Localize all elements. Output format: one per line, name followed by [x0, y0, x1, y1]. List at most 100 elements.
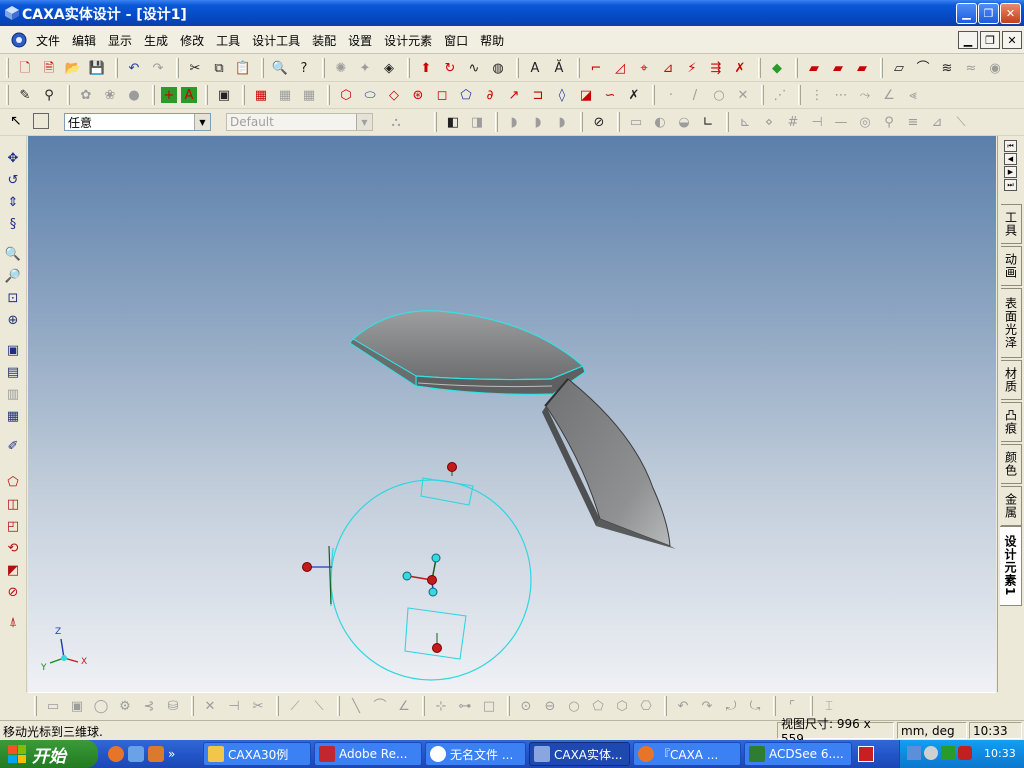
curved-part-selected[interactable]: [349, 310, 586, 395]
toolbar-grip[interactable]: [773, 696, 776, 716]
security-icon[interactable]: [941, 746, 955, 760]
taskbar-item-untitled[interactable]: 无名文件 ...: [425, 742, 526, 766]
tab-color[interactable]: 颜色: [1001, 444, 1022, 484]
curved-part[interactable]: [542, 378, 676, 549]
toolbar-grip[interactable]: [664, 696, 667, 716]
toolbar-grip[interactable]: [617, 112, 620, 132]
sketch-2-icon[interactable]: ⋄: [759, 112, 779, 132]
refold-icon[interactable]: ≈: [961, 58, 981, 78]
sheetmetal-icon[interactable]: ▱: [889, 58, 909, 78]
find-icon[interactable]: 🔍: [270, 58, 290, 78]
menu-edit[interactable]: 编辑: [66, 32, 102, 49]
menu-generate[interactable]: 生成: [138, 32, 174, 49]
curve-9-icon[interactable]: ⊐: [528, 85, 548, 105]
trim-icon[interactable]: ✗: [730, 58, 750, 78]
shade-1-icon[interactable]: ◗: [504, 112, 524, 132]
curve-1-icon[interactable]: ⬡: [336, 85, 356, 105]
edge-select-icon[interactable]: ⬠: [3, 472, 23, 492]
dolly-icon[interactable]: ⇕: [3, 192, 23, 212]
align-5-icon[interactable]: ⊰: [139, 696, 159, 716]
l-shape-icon[interactable]: ∟: [698, 112, 718, 132]
constraint-1-icon[interactable]: ✕: [200, 696, 220, 716]
edit-icon[interactable]: ✐: [3, 436, 23, 456]
paint-icon[interactable]: ✿: [76, 85, 96, 105]
tab-surface-finish[interactable]: 表面光泽: [1001, 288, 1022, 358]
toolbar-grip[interactable]: [67, 85, 70, 105]
menu-design-tools[interactable]: 设计工具: [246, 32, 306, 49]
sweep-icon[interactable]: ∿: [464, 58, 484, 78]
face-3-icon[interactable]: ◒: [674, 112, 694, 132]
align-6-icon[interactable]: ⛁: [163, 696, 183, 716]
sketch-4-icon[interactable]: ⊣: [807, 112, 827, 132]
menu-settings[interactable]: 设置: [342, 32, 378, 49]
dimension-icon[interactable]: ⌶: [819, 696, 839, 716]
constraint-4-icon[interactable]: ⟋: [285, 696, 305, 716]
arc-tool-1-icon[interactable]: ↶: [673, 696, 693, 716]
toolbar-grip[interactable]: [34, 696, 37, 716]
add-part-icon[interactable]: A: [181, 87, 197, 103]
toolbar-grip[interactable]: [191, 696, 194, 716]
menu-modify[interactable]: 修改: [174, 32, 210, 49]
prev-tab-icon[interactable]: ◀: [1004, 153, 1017, 165]
input-method-icon[interactable]: [858, 746, 874, 762]
add-assembly-icon[interactable]: +: [161, 87, 177, 103]
menu-help[interactable]: 帮助: [474, 32, 510, 49]
offset-icon[interactable]: ⇶: [706, 58, 726, 78]
doc-restore-button[interactable]: ❐: [980, 31, 1000, 49]
menu-file[interactable]: 文件: [30, 32, 66, 49]
toolbar-grip[interactable]: [761, 85, 764, 105]
toolbar-grip[interactable]: [516, 58, 519, 78]
camera-icon[interactable]: ✦: [355, 58, 375, 78]
volume-icon[interactable]: [924, 746, 938, 760]
curve-11-icon[interactable]: ◪: [576, 85, 596, 105]
tab-design-elements-1[interactable]: 设计元素1: [1000, 526, 1022, 606]
face-1-icon[interactable]: ▭: [626, 112, 646, 132]
new-drawing-icon[interactable]: 🗎: [39, 58, 59, 78]
toolbar-grip[interactable]: [327, 85, 330, 105]
toolbar-grip[interactable]: [276, 696, 279, 716]
save-icon[interactable]: 💾: [87, 58, 107, 78]
dim-1-icon[interactable]: ⋰: [770, 85, 790, 105]
rotate-select-icon[interactable]: ⟲: [3, 538, 23, 558]
copy-icon[interactable]: ⧉: [209, 58, 229, 78]
toolbar-grip[interactable]: [422, 696, 425, 716]
zoom-window-icon[interactable]: 🔎: [3, 266, 23, 286]
walk-icon[interactable]: §: [3, 214, 23, 234]
view-camera-1-icon[interactable]: ▣: [3, 340, 23, 360]
face-2-icon[interactable]: ◐: [650, 112, 670, 132]
scale-select-icon[interactable]: ◩: [3, 560, 23, 580]
select-arrow-icon[interactable]: ↖: [10, 113, 22, 129]
circle-tool-5-icon[interactable]: ⬡: [612, 696, 632, 716]
curve-6-icon[interactable]: ⬠: [456, 85, 476, 105]
toolbar-grip[interactable]: [322, 58, 325, 78]
boolean-add-icon[interactable]: ▰: [804, 58, 824, 78]
view-camera-2-icon[interactable]: ▤: [3, 362, 23, 382]
style-select[interactable]: Default ▼: [226, 113, 373, 131]
curve-12-icon[interactable]: ∽: [600, 85, 620, 105]
toolbar-grip[interactable]: [795, 58, 798, 78]
selection-filter-select[interactable]: 任意 ▼: [64, 113, 211, 131]
taskbar-item-adobe[interactable]: Adobe Re...: [314, 742, 422, 766]
render-icon[interactable]: ◈: [379, 58, 399, 78]
toolbar-grip[interactable]: [726, 112, 729, 132]
open-folder-icon[interactable]: 📂: [63, 58, 83, 78]
fillet-icon[interactable]: ⌐: [586, 58, 606, 78]
sketch-1-icon[interactable]: ⊾: [735, 112, 755, 132]
constraint-2-icon[interactable]: ⊣: [224, 696, 244, 716]
texture-icon[interactable]: ❀: [100, 85, 120, 105]
snap-1-icon[interactable]: ⊹: [431, 696, 451, 716]
doc-close-button[interactable]: ✕: [1002, 31, 1022, 49]
fit-view-icon[interactable]: ⊕: [3, 310, 23, 330]
sketch-10-icon[interactable]: ⟍: [951, 112, 971, 132]
shade-3-icon[interactable]: ◗: [552, 112, 572, 132]
sketch-6-icon[interactable]: ◎: [855, 112, 875, 132]
sketch-5-icon[interactable]: —: [831, 112, 851, 132]
dim-6-icon[interactable]: ⪡: [903, 85, 923, 105]
restore-button[interactable]: ❐: [978, 3, 999, 24]
toolbar-grip[interactable]: [407, 58, 410, 78]
toolbar-grip[interactable]: [6, 85, 9, 105]
draw-angle-icon[interactable]: ∠: [394, 696, 414, 716]
last-tab-icon[interactable]: ⏭: [1004, 179, 1017, 191]
view-camera-3-icon[interactable]: ▥: [3, 384, 23, 404]
no-edit-icon[interactable]: ⊘: [589, 112, 609, 132]
